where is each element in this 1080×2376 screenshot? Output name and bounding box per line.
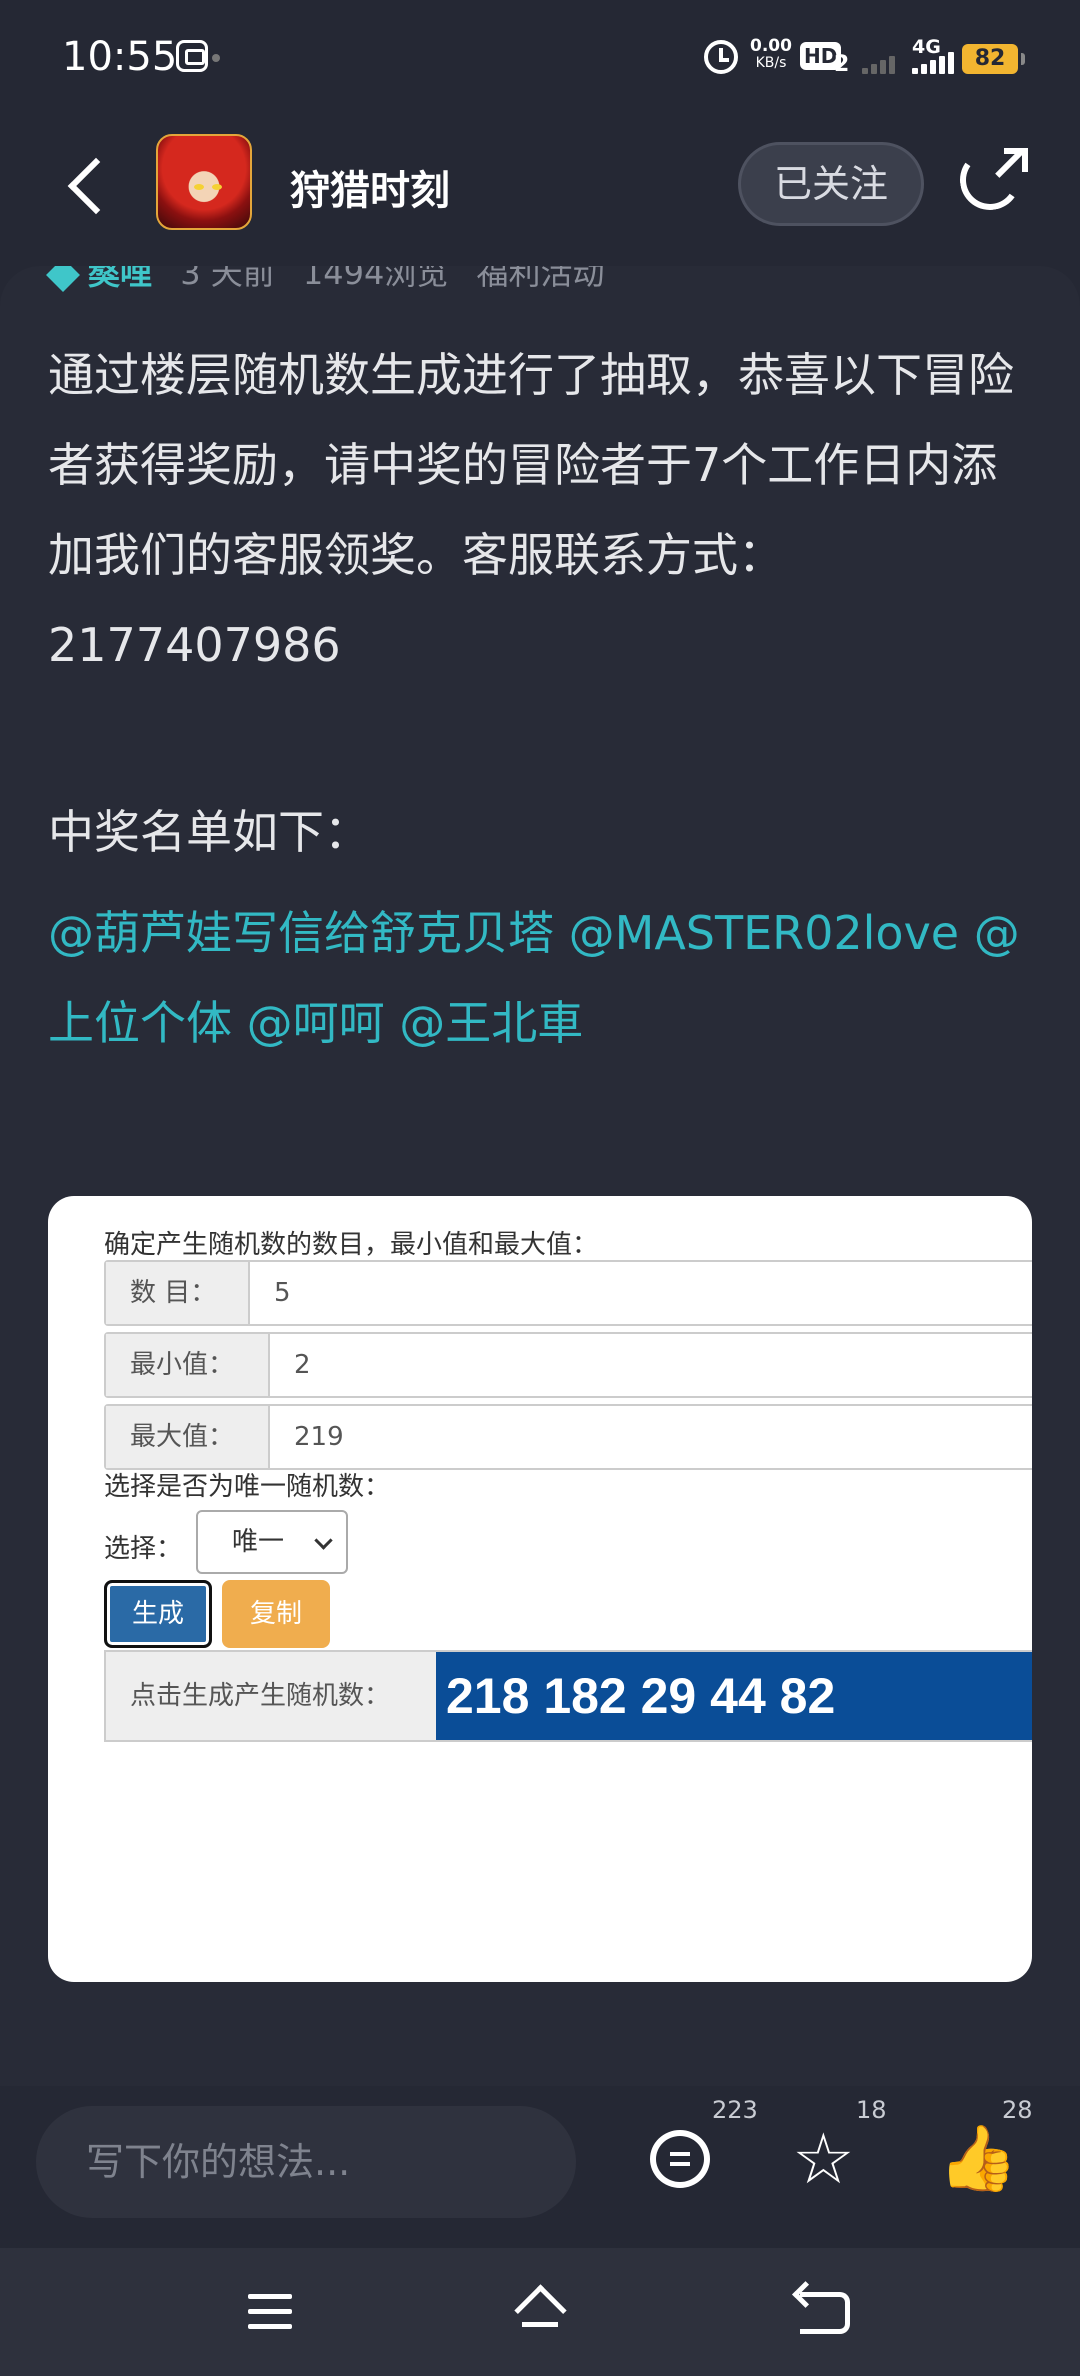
result-value: 218 182 29 44 82 bbox=[436, 1652, 1032, 1740]
count-value: 5 bbox=[274, 1278, 291, 1308]
comment-bar: 写下你的想法... 223 ☆ 18 👍 28 bbox=[0, 2086, 1080, 2246]
min-field: 最小值： 2 bbox=[104, 1332, 1032, 1398]
battery-icon: 82 bbox=[962, 44, 1025, 74]
hd-voice-sub: 2 bbox=[834, 52, 850, 77]
winners-title: 中奖名单如下： bbox=[48, 805, 370, 859]
mention-link[interactable]: @呵呵 bbox=[247, 996, 385, 1050]
max-value: 219 bbox=[294, 1422, 344, 1452]
network-speed-unit: KB/s bbox=[755, 55, 787, 71]
system-nav-bar bbox=[0, 2248, 1080, 2376]
share-arrow-icon bbox=[992, 148, 1028, 180]
network-speed-value: 0.00 bbox=[750, 36, 792, 56]
result-row: 点击生成产生随机数： 218 182 29 44 82 bbox=[104, 1650, 1032, 1742]
back-arrow-icon[interactable] bbox=[62, 158, 116, 212]
thumbs-up-icon: 👍 bbox=[938, 2122, 1018, 2196]
notification-icon bbox=[176, 40, 208, 72]
copy-button: 复制 bbox=[222, 1580, 330, 1648]
page-title[interactable]: 狩猎时刻 bbox=[290, 158, 450, 216]
comment-icon bbox=[650, 2130, 710, 2188]
count-label: 数 目： bbox=[106, 1262, 250, 1324]
unique-heading: 选择是否为唯一随机数： bbox=[104, 1472, 391, 1502]
post-time: 3 天前 bbox=[180, 266, 275, 292]
embed-heading: 确定产生随机数的数目，最小值和最大值： bbox=[104, 1230, 599, 1260]
likes-count: 28 bbox=[1002, 2096, 1033, 2124]
post-category[interactable]: 福利活动 bbox=[477, 266, 605, 292]
max-label: 最大值： bbox=[106, 1406, 270, 1468]
return-icon[interactable] bbox=[800, 2292, 850, 2334]
unique-select: 唯一 bbox=[196, 1510, 348, 1574]
home-icon[interactable] bbox=[514, 2288, 566, 2336]
mention-link[interactable]: @王北車 bbox=[399, 996, 583, 1050]
post-content: 獒哩 3 天前 1494浏览 福利活动 通过楼层随机数生成进行了抽取，恭喜以下冒… bbox=[0, 266, 1080, 2106]
notification-dot-icon bbox=[212, 54, 220, 62]
comment-input[interactable]: 写下你的想法... bbox=[36, 2106, 576, 2218]
result-label: 点击生成产生随机数： bbox=[106, 1652, 436, 1740]
post-body: 通过楼层随机数生成进行了抽取，恭喜以下冒险者获得奖励，请中奖的冒险者于7个工作日… bbox=[48, 348, 1014, 672]
comments-count: 223 bbox=[712, 2096, 758, 2124]
select-label: 选择： bbox=[104, 1534, 183, 1564]
winners-list: @葫芦娃写信给舒克贝塔 @MASTER02love @上位个体 @呵呵 @王北車 bbox=[48, 888, 1038, 1068]
max-field: 最大值： 219 bbox=[104, 1404, 1032, 1470]
post-views: 1494浏览 bbox=[302, 266, 449, 292]
status-bar: 10:55 0.00 KB/s HD 2 4G 82 bbox=[0, 0, 1080, 120]
star-icon: ☆ bbox=[792, 2118, 855, 2200]
post-meta: 獒哩 3 天前 1494浏览 福利活动 bbox=[46, 266, 605, 294]
signal-sim2-icon bbox=[912, 52, 956, 74]
mention-link[interactable]: @MASTER02love bbox=[569, 906, 959, 960]
status-time: 10:55 bbox=[62, 34, 178, 80]
follow-button[interactable]: 已关注 bbox=[738, 142, 924, 226]
alarm-icon bbox=[704, 40, 738, 74]
min-label: 最小值： bbox=[106, 1334, 270, 1396]
game-avatar[interactable] bbox=[156, 134, 252, 230]
top-bar: 狩猎时刻 已关注 bbox=[0, 120, 1080, 270]
verified-diamond-icon bbox=[46, 266, 80, 292]
generate-button: 生成 bbox=[104, 1580, 212, 1648]
like-button[interactable]: 👍 28 bbox=[938, 2096, 1033, 2204]
comment-button[interactable]: 223 bbox=[646, 2096, 758, 2204]
post-author[interactable]: 獒哩 bbox=[88, 266, 152, 292]
favorites-count: 18 bbox=[856, 2096, 887, 2124]
menu-icon[interactable] bbox=[248, 2294, 292, 2330]
signal-sim1-icon bbox=[862, 44, 900, 74]
favorite-button[interactable]: ☆ 18 bbox=[792, 2096, 887, 2204]
mention-link[interactable]: @葫芦娃写信给舒克贝塔 bbox=[48, 906, 554, 960]
min-value: 2 bbox=[294, 1350, 311, 1380]
network-speed: 0.00 KB/s bbox=[750, 38, 792, 72]
embedded-screenshot[interactable]: 确定产生随机数的数目，最小值和最大值： 数 目： 5 最小值： 2 最大值： 2… bbox=[48, 1196, 1032, 1982]
count-field: 数 目： 5 bbox=[104, 1260, 1032, 1326]
